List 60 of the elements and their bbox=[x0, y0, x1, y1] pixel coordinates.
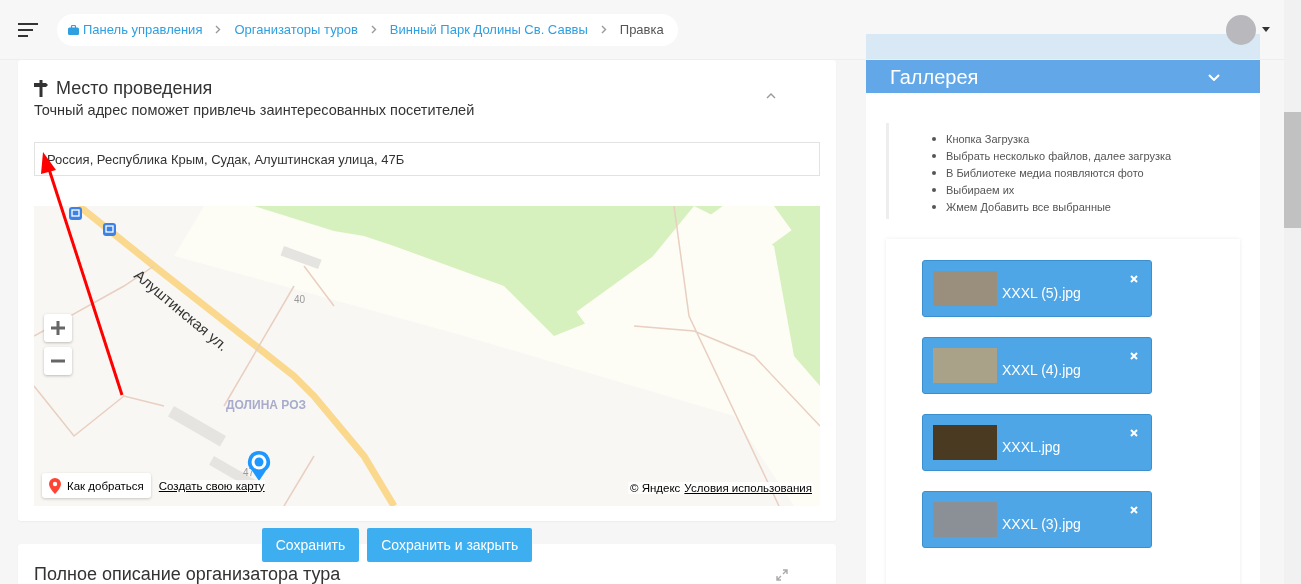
chevron-icon bbox=[600, 25, 607, 34]
photo-placeholder bbox=[933, 425, 997, 460]
collapse-icon[interactable] bbox=[766, 92, 776, 99]
menu-icon[interactable] bbox=[18, 22, 38, 37]
file-name: XXXL.jpg bbox=[1002, 439, 1061, 455]
bus-stop-icon bbox=[103, 223, 116, 236]
photo-placeholder bbox=[933, 271, 997, 306]
breadcrumb-link[interactable]: Винный Парк Долины Св. Саввы bbox=[389, 22, 588, 37]
bullet-icon bbox=[932, 187, 936, 192]
bullet-icon bbox=[932, 170, 936, 175]
terms-link[interactable]: Условия использования bbox=[684, 482, 812, 494]
signpost-icon bbox=[34, 80, 48, 97]
bullet-icon bbox=[932, 204, 936, 209]
area-label: ДОЛИНА РОЗ bbox=[226, 398, 306, 412]
section-subtitle: Точный адрес поможет привлечь заинтересованных посетителей bbox=[34, 102, 476, 118]
instruction-text: Выбрать несколько файлов, далее загрузка bbox=[946, 149, 1172, 162]
address-field[interactable]: Россия, Республика Крым, Судак, Алуштинская улица, 47Б bbox=[34, 142, 820, 176]
save-and-close-button[interactable]: Сохранить и закрыть bbox=[367, 528, 533, 562]
chevron-icon[interactable] bbox=[1208, 74, 1220, 81]
save-button[interactable]: Сохранить bbox=[261, 528, 360, 562]
caret-icon[interactable] bbox=[1262, 27, 1270, 32]
section-title: Место проведения bbox=[56, 78, 213, 99]
close-icon[interactable] bbox=[1130, 429, 1138, 437]
gallery-item[interactable]: XXXL (3).jpg bbox=[922, 491, 1152, 548]
chevron-icon bbox=[370, 25, 377, 34]
copyright-text: © Яндекс bbox=[630, 482, 681, 494]
breadcrumb-link[interactable]: Организаторы туров bbox=[234, 22, 358, 37]
photo-placeholder bbox=[933, 348, 997, 383]
file-name: XXXL (5).jpg bbox=[1002, 285, 1081, 301]
bullet-icon bbox=[932, 136, 936, 141]
chevron-icon bbox=[215, 25, 222, 34]
scrollbar[interactable] bbox=[1284, 0, 1301, 584]
gallery-item[interactable]: XXXL.jpg bbox=[922, 414, 1152, 471]
route-button[interactable]: Как добраться bbox=[42, 473, 151, 498]
breadcrumb-current: Правка bbox=[619, 22, 664, 37]
instruction-text: Жмем Добавить все выбранные bbox=[946, 200, 1111, 213]
instruction-text: В Библиотеке медиа появляются фото bbox=[946, 166, 1144, 179]
briefcase-icon bbox=[68, 24, 79, 35]
location-pin-icon bbox=[49, 477, 61, 494]
instruction-text: Кнопка Загрузка bbox=[946, 132, 1030, 145]
gallery-item[interactable]: XXXL (5).jpg bbox=[922, 260, 1152, 317]
gallery-item[interactable]: XXXL (4).jpg bbox=[922, 337, 1152, 394]
gallery-title: Галлерея bbox=[890, 66, 979, 89]
zoom-out-button[interactable] bbox=[44, 347, 72, 375]
expand-icon[interactable] bbox=[776, 568, 788, 581]
bus-stop-icon bbox=[69, 207, 82, 220]
section-title: Полное описание организатора тура bbox=[34, 564, 341, 584]
close-icon[interactable] bbox=[1130, 275, 1138, 283]
bullet-icon bbox=[932, 153, 936, 158]
avatar[interactable] bbox=[1226, 14, 1256, 45]
plus-icon bbox=[51, 321, 65, 335]
file-name: XXXL (3).jpg bbox=[1002, 516, 1081, 532]
instruction-text: Выбираем их bbox=[946, 183, 1015, 196]
breadcrumb-link[interactable]: Панель управления bbox=[83, 22, 203, 37]
file-name: XXXL (4).jpg bbox=[1002, 362, 1081, 378]
zoom-in-button[interactable] bbox=[44, 314, 72, 342]
close-icon[interactable] bbox=[1130, 352, 1138, 360]
photo-placeholder bbox=[933, 502, 997, 537]
house-number: 40 bbox=[294, 294, 306, 305]
close-icon[interactable] bbox=[1130, 506, 1138, 514]
